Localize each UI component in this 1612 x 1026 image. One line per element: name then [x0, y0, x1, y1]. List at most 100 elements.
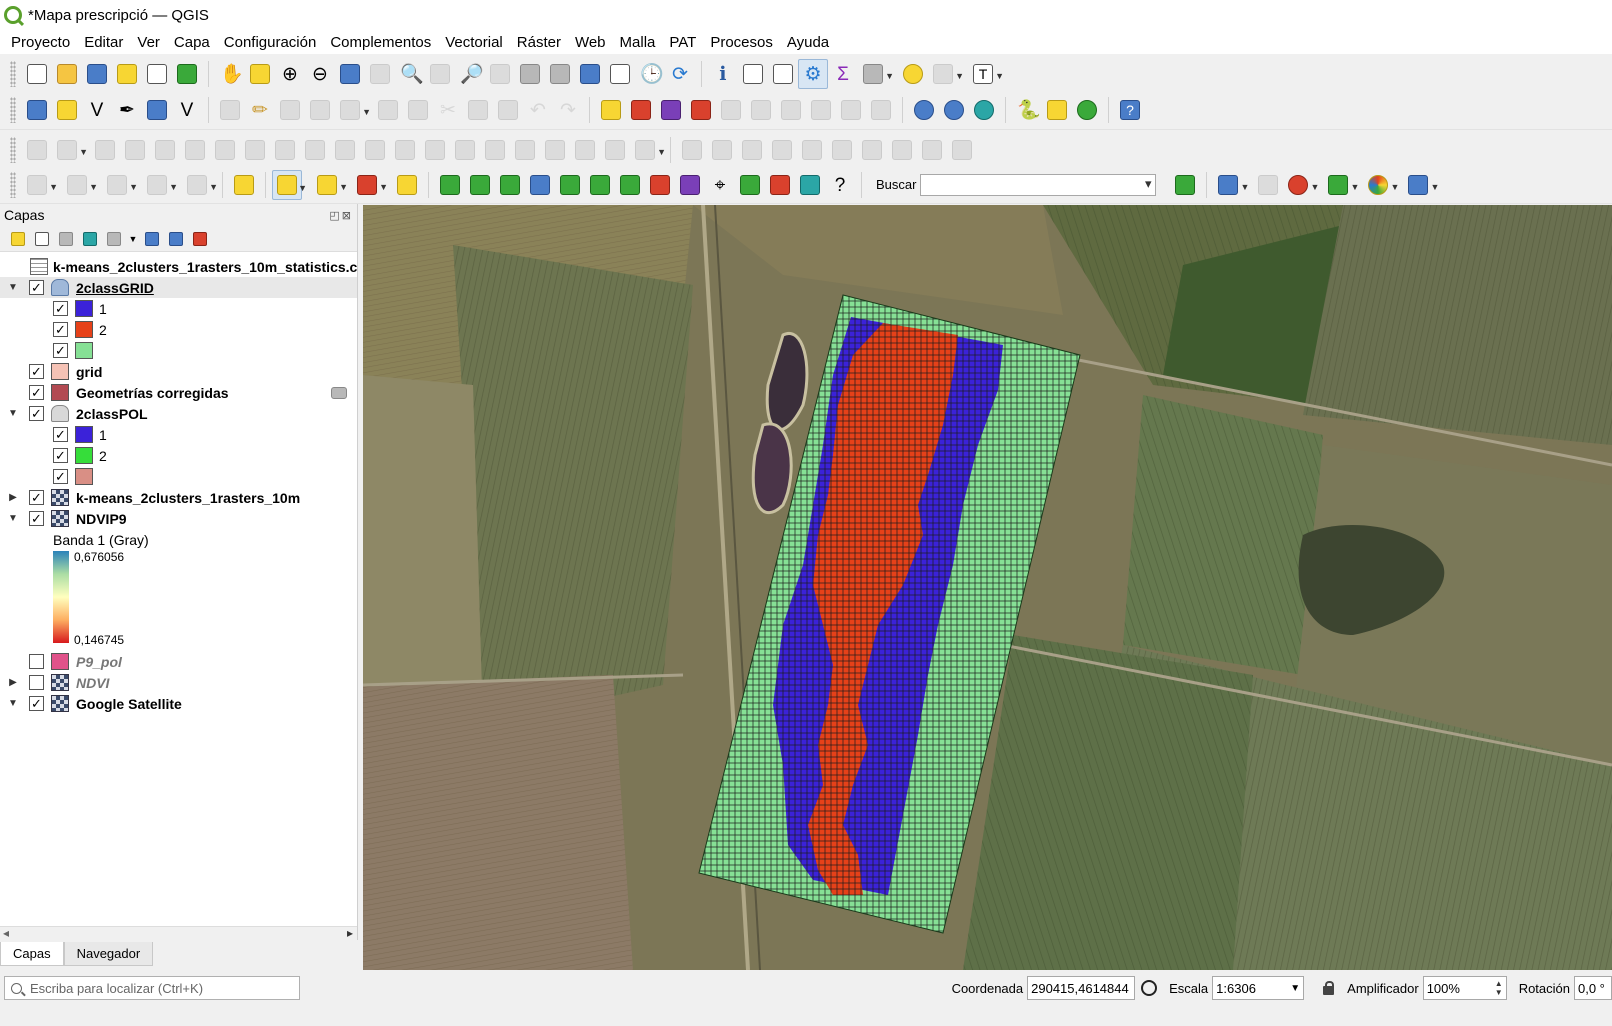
dropdown-arrow-icon[interactable]: ▼ [1311, 182, 1320, 192]
dropdown-arrow-icon[interactable]: ▼ [209, 182, 218, 192]
collapse-arrow-icon[interactable]: ▼ [7, 282, 19, 293]
add-feature-button[interactable] [305, 95, 335, 125]
digitize-tool-3-button[interactable] [90, 135, 120, 165]
current-edits-button[interactable] [215, 95, 245, 125]
filter-expression-button[interactable] [102, 228, 126, 250]
layer-row-geometrias-corregidas[interactable]: ✓ Geometrías corregidas [0, 382, 357, 403]
layer-row-2classgrid[interactable]: ▼ ✓ 2classGRID [0, 277, 357, 298]
shape-tool-9-button[interactable] [917, 135, 947, 165]
zoom-in-button[interactable]: ⊕ [275, 59, 305, 89]
dropdown-arrow-icon[interactable]: ▼ [1351, 182, 1360, 192]
menu-web[interactable]: Web [568, 34, 613, 51]
collapse-arrow-icon[interactable]: ▼ [7, 513, 19, 524]
save-project-button[interactable] [82, 59, 112, 89]
move-label-button[interactable] [746, 95, 776, 125]
digitize-tool-17-button[interactable] [510, 135, 540, 165]
dropdown-arrow-icon[interactable]: ▼ [89, 182, 98, 192]
add-wfs-layer-button[interactable] [939, 95, 969, 125]
layer-visibility-checkbox[interactable]: ✓ [29, 696, 44, 711]
locator-search-input[interactable]: Escriba para localizar (Ctrl+K) [4, 976, 300, 1000]
menu-raster[interactable]: Ráster [510, 34, 568, 51]
python-console-button[interactable]: 🐍 [1012, 95, 1042, 125]
cut-button[interactable]: ✂ [433, 95, 463, 125]
layer-visibility-checkbox[interactable]: ✓ [29, 490, 44, 505]
text-annotation-button[interactable]: T ▼ [968, 59, 1004, 89]
coordinate-field[interactable]: 290415,4614844 [1027, 976, 1136, 1000]
more-tools-button[interactable]: ▼ [1403, 170, 1439, 200]
vertex-tool-button[interactable]: ▼ [335, 95, 371, 125]
field-calculator-button[interactable] [768, 59, 798, 89]
class-visibility-checkbox[interactable]: ✓ [53, 427, 68, 442]
copy-button[interactable] [463, 95, 493, 125]
edit-in-place-button[interactable] [229, 170, 259, 200]
digitize-button[interactable]: ✒ [112, 95, 142, 125]
layer-visibility-checkbox[interactable] [29, 675, 44, 690]
dropdown-arrow-icon[interactable]: ▼ [49, 182, 58, 192]
select-features-button[interactable]: ▼ [272, 169, 307, 200]
show-hide-labels-button[interactable] [716, 95, 746, 125]
add-wms-layer-button[interactable] [909, 95, 939, 125]
toolbar-grip[interactable] [10, 171, 16, 198]
help-button[interactable]: ? [1115, 95, 1145, 125]
zoom-full-button[interactable] [335, 59, 365, 89]
scale-combobox[interactable]: 1:6306 ▼ [1212, 976, 1305, 1000]
decorations-button[interactable]: ▼ [928, 59, 964, 89]
collapse-arrow-icon[interactable]: ▼ [7, 698, 19, 709]
new-3d-view-button[interactable] [545, 59, 575, 89]
processing-toolbox-button[interactable]: ⚙ [798, 58, 828, 89]
shape-tool-1-button[interactable] [677, 135, 707, 165]
new-print-layout-button[interactable] [112, 59, 142, 89]
menu-proyecto[interactable]: Proyecto [4, 34, 77, 51]
add-virtual-layer-button[interactable]: V [172, 95, 202, 125]
toggle-extents-icon[interactable] [1141, 980, 1158, 996]
pat-tool-8-button[interactable] [645, 170, 675, 200]
layer-diagram-button[interactable] [626, 95, 656, 125]
digitize-tool-12-button[interactable] [360, 135, 390, 165]
digitize-tool-1-button[interactable] [22, 135, 52, 165]
digitize-tool-7-button[interactable] [210, 135, 240, 165]
layer-row-ndvi[interactable]: ▶ NDVI [0, 672, 357, 693]
zoom-native-button[interactable] [425, 59, 455, 89]
add-wcs-layer-button[interactable] [969, 95, 999, 125]
digitize-tool-10-button[interactable] [300, 135, 330, 165]
modify-attributes-button[interactable] [373, 95, 403, 125]
new-project-button[interactable] [22, 59, 52, 89]
dropdown-arrow-icon[interactable]: ▼ [339, 182, 348, 192]
class-visibility-checkbox[interactable]: ✓ [53, 322, 68, 337]
layout-manager-button[interactable] [142, 59, 172, 89]
color-tools-button[interactable]: ▼ [1363, 170, 1399, 200]
legend-row-class-1[interactable]: ✓ 1 [0, 424, 357, 445]
layer-tools-button[interactable]: ▼ [1213, 170, 1249, 200]
layer-visibility-checkbox[interactable]: ✓ [29, 364, 44, 379]
tab-capas[interactable]: Capas [0, 942, 64, 966]
map-tips-button[interactable] [898, 59, 928, 89]
select-by-value-button[interactable]: ▼ [312, 170, 348, 200]
collapse-all-button[interactable] [164, 228, 188, 250]
digitize-tool-2-button[interactable]: ▼ [52, 135, 88, 165]
map-theme-button[interactable] [1170, 170, 1200, 200]
pat-tool-13-button[interactable] [795, 170, 825, 200]
menu-vectorial[interactable]: Vectorial [438, 34, 510, 51]
toolbar-grip[interactable] [10, 60, 16, 87]
menu-configuracion[interactable]: Configuración [217, 34, 324, 51]
zoom-out-button[interactable]: ⊖ [305, 59, 335, 89]
identify-button[interactable]: ℹ [708, 59, 738, 89]
show-bookmarks-button[interactable] [605, 59, 635, 89]
zoom-selection-button[interactable] [365, 59, 395, 89]
menu-ayuda[interactable]: Ayuda [780, 34, 836, 51]
layer-row-2classpol[interactable]: ▼ ✓ 2classPOL [0, 403, 357, 424]
digitize-tool-16-button[interactable] [480, 135, 510, 165]
refresh-button[interactable]: ⟳ [665, 59, 695, 89]
select-tool-2-button[interactable]: ▼ [62, 170, 98, 200]
pan-button[interactable]: ✋ [215, 59, 245, 89]
layer-visibility-checkbox[interactable]: ✓ [29, 280, 44, 295]
select-tool-5-button[interactable]: ▼ [182, 170, 218, 200]
temporary-layer-icon[interactable] [331, 386, 347, 399]
select-tool-1-button[interactable]: ▼ [22, 170, 58, 200]
filter-dropdown-icon[interactable]: ▼ [126, 228, 140, 250]
pat-tool-3-button[interactable] [495, 170, 525, 200]
geocoder-button[interactable]: ▼ [1283, 170, 1319, 200]
dropdown-arrow-icon[interactable]: ▼ [79, 147, 88, 157]
rotate-label-button[interactable] [776, 95, 806, 125]
shape-tool-3-button[interactable] [737, 135, 767, 165]
